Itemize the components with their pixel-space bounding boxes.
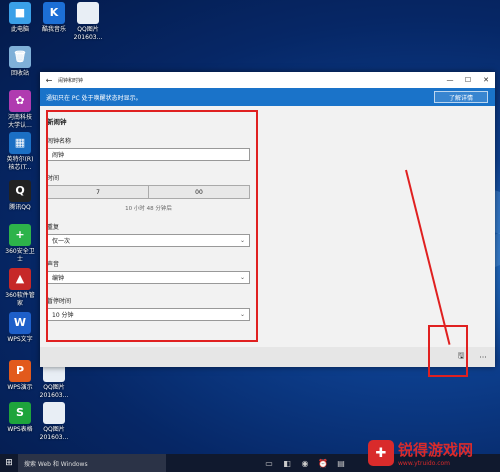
repeat-value: 仅一次 <box>52 238 71 245</box>
taskbar-search[interactable]: 搜索 Web 和 Windows <box>18 454 166 472</box>
task-view-icon[interactable]: ▭ <box>260 454 278 472</box>
close-icon[interactable]: ✕ <box>477 76 495 84</box>
desktop-icon[interactable]: ▦ 英特尔(R) 核芯(T... <box>0 132 40 172</box>
time-remaining: 10 小时 48 分钟后 <box>125 206 172 212</box>
time-picker[interactable]: 7 00 <box>47 185 250 199</box>
chevron-down-icon: ⌄ <box>239 274 245 281</box>
snooze-select[interactable]: 10 分钟 ⌄ <box>47 308 250 321</box>
time-label: 时间 <box>47 175 60 182</box>
alarm-form: 新闹钟 闹钟名称 闹钟 时间 7 00 10 小时 48 分钟后 重复 仅一次 … <box>47 116 250 333</box>
explorer-icon[interactable]: ◧ <box>278 454 296 472</box>
window-title: 闹钟和时钟 <box>58 77 84 84</box>
title-bar: ← 闹钟和时钟 — ☐ ✕ <box>40 72 495 88</box>
start-button[interactable]: ⊞ <box>0 454 18 472</box>
desktop-icon-label: 英特尔(R) 核芯(T... <box>6 156 34 171</box>
minimize-icon[interactable]: — <box>441 76 459 84</box>
desktop-icon[interactable]: ▲ 360软件管 家 <box>0 268 40 308</box>
browser-icon[interactable]: ◉ <box>296 454 314 472</box>
more-options-icon[interactable]: ··· <box>471 353 495 362</box>
app-icon: W <box>9 312 31 334</box>
form-heading: 新闹钟 <box>47 118 67 126</box>
app-icon: P <box>9 360 31 382</box>
app-icon: Q <box>9 180 31 202</box>
chevron-down-icon: ⌄ <box>239 311 245 318</box>
desktop-icon[interactable]: QQ图片 201603... <box>68 2 108 42</box>
repeat-label: 重复 <box>47 224 60 231</box>
desktop-icon[interactable]: QQ图片 201603... <box>34 402 74 442</box>
store-icon[interactable]: ▤ <box>332 454 350 472</box>
alarm-app-icon[interactable]: ⏰ <box>314 454 332 472</box>
desktop-icon[interactable]: Q 腾讯QQ <box>0 180 40 212</box>
app-icon <box>77 2 99 24</box>
notice-text: 通知只在 PC 处于唤醒状态时显示。 <box>46 94 142 102</box>
desktop-icon[interactable]: W WPS文字 <box>0 312 40 344</box>
app-icon: K <box>43 2 65 24</box>
chevron-down-icon: ⌄ <box>239 237 245 244</box>
app-icon <box>43 402 65 424</box>
sound-label: 声音 <box>47 261 60 268</box>
watermark: ✚ 锐得游戏网 www.ytruido.com <box>368 436 496 470</box>
alarm-window: ← 闹钟和时钟 — ☐ ✕ 通知只在 PC 处于唤醒状态时显示。 了解详情 新闹… <box>40 72 495 367</box>
app-icon: ▲ <box>9 268 31 290</box>
hour-value[interactable]: 7 <box>48 186 148 198</box>
desktop-icon[interactable]: 🗑 回收站 <box>0 46 40 78</box>
alarm-name-input[interactable]: 闹钟 <box>47 148 250 161</box>
desktop-icon-label: 360安全卫 士 <box>5 248 35 263</box>
command-bar: 🖫 ··· <box>40 347 495 367</box>
minute-value[interactable]: 00 <box>148 186 249 198</box>
desktop-icon[interactable]: ✿ 河南科技 大学认... <box>0 90 40 130</box>
repeat-select[interactable]: 仅一次 ⌄ <box>47 234 250 247</box>
alarm-editor: 新闹钟 闹钟名称 闹钟 时间 7 00 10 小时 48 分钟后 重复 仅一次 … <box>40 106 495 347</box>
app-icon: ▦ <box>9 132 31 154</box>
desktop-icon-label: QQ图片 201603... <box>39 426 69 441</box>
app-icon: ■ <box>9 2 31 24</box>
snooze-value: 10 分钟 <box>52 312 74 319</box>
sound-select[interactable]: 编钟 ⌄ <box>47 271 250 284</box>
desktop-icon-label: 回收站 <box>10 70 29 77</box>
desktop-icon-label: 360软件管 家 <box>5 292 35 307</box>
app-icon: + <box>9 224 31 246</box>
sound-value: 编钟 <box>52 275 65 282</box>
desktop-icon[interactable]: +360安全卫 士 <box>0 224 40 264</box>
app-icon: ✿ <box>9 90 31 112</box>
gamepad-logo-icon: ✚ <box>368 440 394 466</box>
app-icon: 🗑 <box>9 46 31 68</box>
desktop-icon-label: WPS文字 <box>7 336 33 343</box>
save-icon[interactable]: 🖫 <box>451 349 471 365</box>
name-label: 闹钟名称 <box>47 138 72 145</box>
app-icon: S <box>9 402 31 424</box>
desktop-icon-label: QQ图片 201603... <box>73 26 103 41</box>
notification-banner: 通知只在 PC 处于唤醒状态时显示。 了解详情 <box>40 88 495 106</box>
alarm-name-value: 闹钟 <box>52 152 65 159</box>
watermark-name: 锐得游戏网 <box>398 441 474 459</box>
maximize-icon[interactable]: ☐ <box>459 76 477 84</box>
learn-more-button[interactable]: 了解详情 <box>434 91 488 103</box>
back-arrow-icon[interactable]: ← <box>40 76 58 85</box>
watermark-url: www.ytruido.com <box>398 460 451 467</box>
snooze-label: 暂停时间 <box>47 298 72 305</box>
desktop-icon-label: 河南科技 大学认... <box>7 114 32 129</box>
desktop-icon-label: QQ图片 201603... <box>39 384 69 399</box>
desktop-icon-label: 腾讯QQ <box>9 204 31 211</box>
